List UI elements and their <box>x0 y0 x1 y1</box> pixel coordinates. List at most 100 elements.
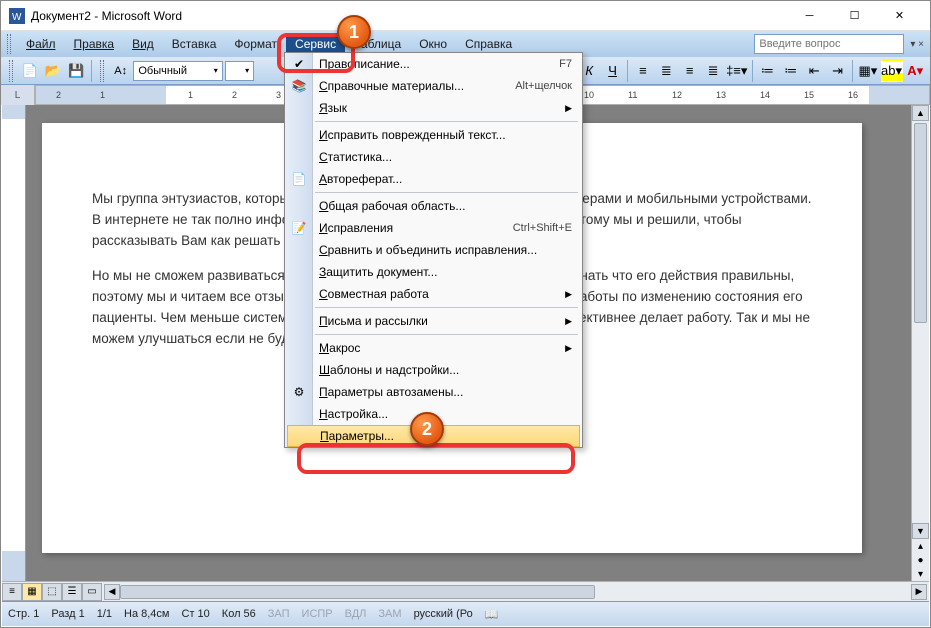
status-ovr[interactable]: ЗАМ <box>378 608 401 620</box>
border-button[interactable]: ▦▾ <box>857 60 878 82</box>
menu-item-label: Параметры автозамены... <box>319 385 463 399</box>
prev-page-button[interactable]: ▴ <box>912 539 929 553</box>
open-button[interactable]: 📂 <box>42 60 63 82</box>
outdent-button[interactable]: ⇤ <box>803 60 824 82</box>
status-position: На 8,4см <box>124 608 169 620</box>
status-trk[interactable]: ИСПР <box>302 608 333 620</box>
next-page-button[interactable]: ▾ <box>912 567 929 581</box>
menu-edit[interactable]: Правка <box>65 34 124 54</box>
view-reading-button[interactable]: ▭ <box>82 583 102 601</box>
vscroll-thumb[interactable] <box>914 123 927 323</box>
status-section: Разд 1 <box>51 608 84 620</box>
menu-item-письма-и-рассылки[interactable]: Письма и рассылки ▶ <box>285 310 582 332</box>
view-print-button[interactable]: ▦ <box>22 583 42 601</box>
line-spacing-button[interactable]: ‡≡▾ <box>726 60 748 82</box>
underline-button[interactable]: Ч <box>602 60 623 82</box>
font-color-button[interactable]: A▾ <box>905 60 926 82</box>
ruler-tick: 12 <box>672 90 682 100</box>
menu-item-label: Исправления <box>319 221 393 235</box>
help-dropdown-icon[interactable]: ▾ × <box>910 39 924 50</box>
save-button[interactable]: 💾 <box>66 60 87 82</box>
menu-insert[interactable]: Вставка <box>163 34 226 54</box>
menu-item-настройка-[interactable]: Настройка... <box>285 403 582 425</box>
status-book-icon[interactable]: 📖 <box>485 608 499 621</box>
menu-item-label: Совместная работа <box>319 287 429 301</box>
menu-file[interactable]: Файл <box>17 34 65 54</box>
toolbar-grip[interactable] <box>9 60 13 82</box>
menu-separator <box>315 192 578 193</box>
menu-item-макрос[interactable]: Макрос▶ <box>285 337 582 359</box>
menu-item-статистика-[interactable]: Статистика... <box>285 146 582 168</box>
menu-item-правописание-[interactable]: ✔Правописание...F7 <box>285 53 582 75</box>
highlight-button[interactable]: ab▾ <box>881 60 903 82</box>
menu-item-сравнить-и-объединить-исправления-[interactable]: Сравнить и объединить исправления... <box>285 239 582 261</box>
app-window: W Документ2 - Microsoft Word ─ ☐ ✕ Файл … <box>0 0 931 628</box>
scroll-up-button[interactable]: ▲ <box>912 105 929 121</box>
format-painter-button[interactable]: A↕ <box>110 60 131 82</box>
status-rec[interactable]: ЗАП <box>268 608 290 620</box>
menu-item-язык[interactable]: Язык▶ <box>285 97 582 119</box>
menu-item-защитить-документ-[interactable]: Защитить документ... <box>285 261 582 283</box>
numbered-list-button[interactable]: ≔ <box>757 60 778 82</box>
view-normal-button[interactable]: ≡ <box>2 583 22 601</box>
browse-object-button[interactable]: ● <box>912 553 929 567</box>
menu-format[interactable]: Формат <box>225 34 286 54</box>
menu-window[interactable]: Окно <box>410 34 456 54</box>
font-combo[interactable]: ▾ <box>225 61 254 81</box>
minimize-button[interactable]: ─ <box>787 2 832 30</box>
vertical-ruler[interactable] <box>2 105 26 581</box>
menu-item-автореферат-[interactable]: 📄Автореферат... <box>285 168 582 190</box>
scroll-left-button[interactable]: ◀ <box>104 584 120 600</box>
status-language[interactable]: русский (Ро <box>414 608 473 620</box>
menu-item-справочные-материалы-[interactable]: 📚Справочные материалы...Alt+щелчок <box>285 75 582 97</box>
menu-item-общая-рабочая-область-[interactable]: Общая рабочая область... <box>285 195 582 217</box>
menu-item-параметры-автозамены-[interactable]: ⚙Параметры автозамены... <box>285 381 582 403</box>
align-right-button[interactable]: ≡ <box>679 60 700 82</box>
menu-item-label: Общая рабочая область... <box>319 199 465 213</box>
view-outline-button[interactable]: ☰ <box>62 583 82 601</box>
align-center-button[interactable]: ≣ <box>656 60 677 82</box>
style-combo[interactable]: Обычный▾ <box>133 61 222 81</box>
horizontal-scrollbar[interactable]: ◀ ▶ <box>104 584 927 600</box>
submenu-arrow-icon: ▶ <box>565 316 572 327</box>
menu-shortcut: Ctrl+Shift+E <box>513 222 572 234</box>
ruler-tick: 16 <box>848 90 858 100</box>
align-justify-button[interactable]: ≣ <box>702 60 723 82</box>
menubar-grip[interactable] <box>7 34 11 54</box>
menu-item-icon: 📝 <box>290 221 308 235</box>
ruler-tick: 1 <box>100 90 105 100</box>
menu-table[interactable]: Таблица <box>345 34 410 54</box>
menu-item-label: Исправить поврежденный текст... <box>319 128 506 142</box>
vertical-scrollbar[interactable]: ▲ ▼ ▴ ● ▾ <box>911 105 929 581</box>
menu-item-параметры-[interactable]: Параметры... <box>287 425 580 447</box>
hscroll-thumb[interactable] <box>120 585 595 599</box>
ruler-tick: 3 <box>276 90 281 100</box>
menu-item-label: Настройка... <box>319 407 388 421</box>
indent-button[interactable]: ⇥ <box>827 60 848 82</box>
menu-item-исправления[interactable]: 📝 Исправления Ctrl+Shift+E <box>285 217 582 239</box>
menu-shortcut: Alt+щелчок <box>515 80 572 92</box>
new-doc-button[interactable]: 📄 <box>19 60 40 82</box>
menu-item-совместная-работа[interactable]: Совместная работа▶ <box>285 283 582 305</box>
menu-item-label: Письма и рассылки <box>319 314 428 328</box>
menu-help[interactable]: Справка <box>456 34 521 54</box>
maximize-button[interactable]: ☐ <box>832 2 877 30</box>
align-left-button[interactable]: ≡ <box>632 60 653 82</box>
close-button[interactable]: ✕ <box>877 2 922 30</box>
menu-view[interactable]: Вид <box>123 34 163 54</box>
toolbar-grip-2[interactable] <box>100 60 104 82</box>
ruler-tick: 14 <box>760 90 770 100</box>
titlebar: W Документ2 - Microsoft Word ─ ☐ ✕ <box>1 1 930 31</box>
scroll-right-button[interactable]: ▶ <box>911 584 927 600</box>
ruler-corner[interactable]: L <box>1 85 35 105</box>
menu-separator <box>315 121 578 122</box>
tools-dropdown: ✔Правописание...F7📚Справочные материалы.… <box>284 52 583 448</box>
scroll-down-button[interactable]: ▼ <box>912 523 929 539</box>
menu-item-шаблоны-и-надстройки-[interactable]: Шаблоны и надстройки... <box>285 359 582 381</box>
help-search-input[interactable] <box>754 34 904 54</box>
view-web-button[interactable]: ⬚ <box>42 583 62 601</box>
status-ext[interactable]: ВДЛ <box>345 608 367 620</box>
ruler-tick: 2 <box>56 90 61 100</box>
bullet-list-button[interactable]: ≔ <box>780 60 801 82</box>
menu-item-исправить-поврежденный-текст-[interactable]: Исправить поврежденный текст... <box>285 124 582 146</box>
